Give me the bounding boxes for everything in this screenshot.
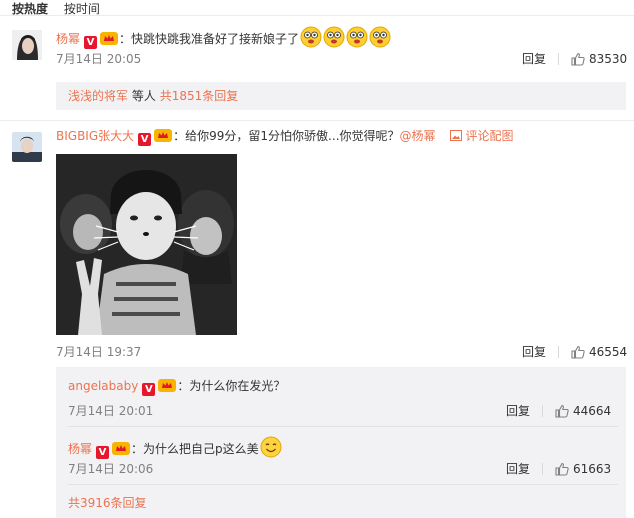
more-replies-link[interactable]: 共3916条回复 <box>68 495 147 511</box>
action-divider <box>542 463 544 475</box>
member-crown-icon <box>154 129 173 142</box>
reply-divider <box>68 484 618 485</box>
verified-v-icon: V <box>84 36 98 49</box>
comment-author[interactable]: BIGBIG张大大 <box>56 129 134 143</box>
thumbs-up-icon <box>555 404 569 418</box>
like-count: 83530 <box>589 52 628 66</box>
reply-button[interactable]: 回复 <box>522 345 546 359</box>
comment-actions: 回复 83530 <box>522 50 627 67</box>
comment-1-content: 杨幂 V ：快跳快跳我准备好了接新娘子了 <box>56 26 391 49</box>
action-divider <box>542 405 544 417</box>
comment-timestamp: 7月14日 20:05 <box>56 52 142 66</box>
action-divider <box>558 346 560 358</box>
reply-text: ：为什么你在发光？ <box>177 379 286 393</box>
more-replies-count[interactable]: 共3916条回复 <box>68 496 147 510</box>
reply-timestamp: 7月14日 20:01 <box>68 404 154 418</box>
smile-emoji-icon <box>260 436 282 458</box>
dizzy-emoji-icon <box>346 26 368 48</box>
top-divider <box>0 15 634 16</box>
reply-actions: 回复 61663 <box>506 460 611 477</box>
like-button[interactable]: 44664 <box>555 404 611 418</box>
reply-summary-user[interactable]: 浅浅的将军 <box>68 89 128 103</box>
dizzy-emoji-icon <box>300 26 322 48</box>
reply-divider <box>68 426 618 427</box>
thumbs-up-icon <box>571 345 585 359</box>
reply-button[interactable]: 回复 <box>506 404 530 418</box>
verified-v-icon: V <box>138 133 152 146</box>
member-crown-icon <box>112 442 131 455</box>
reply-summary-count[interactable]: 共1851条回复 <box>160 89 239 103</box>
comment-author[interactable]: 杨幂 <box>56 32 80 46</box>
comment-divider <box>0 120 634 121</box>
comment-text: ：给你99分，留1分怕你骄傲...你觉得呢？ <box>173 129 400 143</box>
thumbs-up-icon <box>571 52 585 66</box>
comment-text: ：快跳快跳我准备好了接新娘子了 <box>119 32 300 46</box>
avatar[interactable] <box>12 30 42 60</box>
like-count: 44664 <box>573 404 612 418</box>
reply-author[interactable]: angelababy <box>68 379 138 393</box>
reply-author[interactable]: 杨幂 <box>68 442 92 456</box>
reply-summary-mid: 等人 <box>131 89 156 103</box>
sort-by-time-tab[interactable]: 按时间 <box>64 2 100 16</box>
verified-v-icon: V <box>142 383 156 396</box>
reply-actions: 回复 44664 <box>506 402 611 419</box>
picture-icon <box>449 130 462 141</box>
comment-actions: 回复 46554 <box>522 343 627 360</box>
reply-text: ：为什么把自己p这么美 <box>131 442 259 456</box>
like-button[interactable]: 83530 <box>571 52 627 66</box>
reply-2-content: 杨幂 V ：为什么把自己p这么美 <box>68 436 282 459</box>
reply-button[interactable]: 回复 <box>506 462 530 476</box>
dizzy-emoji-icon <box>369 26 391 48</box>
like-count: 61663 <box>573 462 612 476</box>
reply-button[interactable]: 回复 <box>522 52 546 66</box>
thumbs-up-icon <box>555 462 569 476</box>
comment-picture-label: 评论配图 <box>465 129 514 143</box>
reply-summary[interactable]: 浅浅的将军 等人 共1851条回复 <box>68 88 238 104</box>
mention-link[interactable]: @杨幂 <box>400 129 436 143</box>
reply-timestamp: 7月14日 20:06 <box>68 462 154 476</box>
action-divider <box>558 53 560 65</box>
like-button[interactable]: 46554 <box>571 345 627 359</box>
verified-v-icon: V <box>96 446 110 459</box>
comment-photo[interactable] <box>56 154 237 335</box>
member-crown-icon <box>158 379 177 392</box>
dizzy-emoji-icon <box>323 26 345 48</box>
comment-picture-link[interactable]: 评论配图 <box>449 129 514 143</box>
reply-1-content: angelababy V ：为什么你在发光？ <box>68 378 285 396</box>
comment-2-content: BIGBIG张大大 V ：给你99分，留1分怕你骄傲...你觉得呢？@杨幂 评论配图 <box>56 128 514 146</box>
like-count: 46554 <box>589 345 628 359</box>
sort-tabs: 按热度 按时间 <box>12 0 112 16</box>
like-button[interactable]: 61663 <box>555 462 611 476</box>
comment-timestamp: 7月14日 19:37 <box>56 345 142 359</box>
member-crown-icon <box>100 32 119 45</box>
sort-by-hot-tab[interactable]: 按热度 <box>12 2 48 16</box>
avatar[interactable] <box>12 132 42 162</box>
